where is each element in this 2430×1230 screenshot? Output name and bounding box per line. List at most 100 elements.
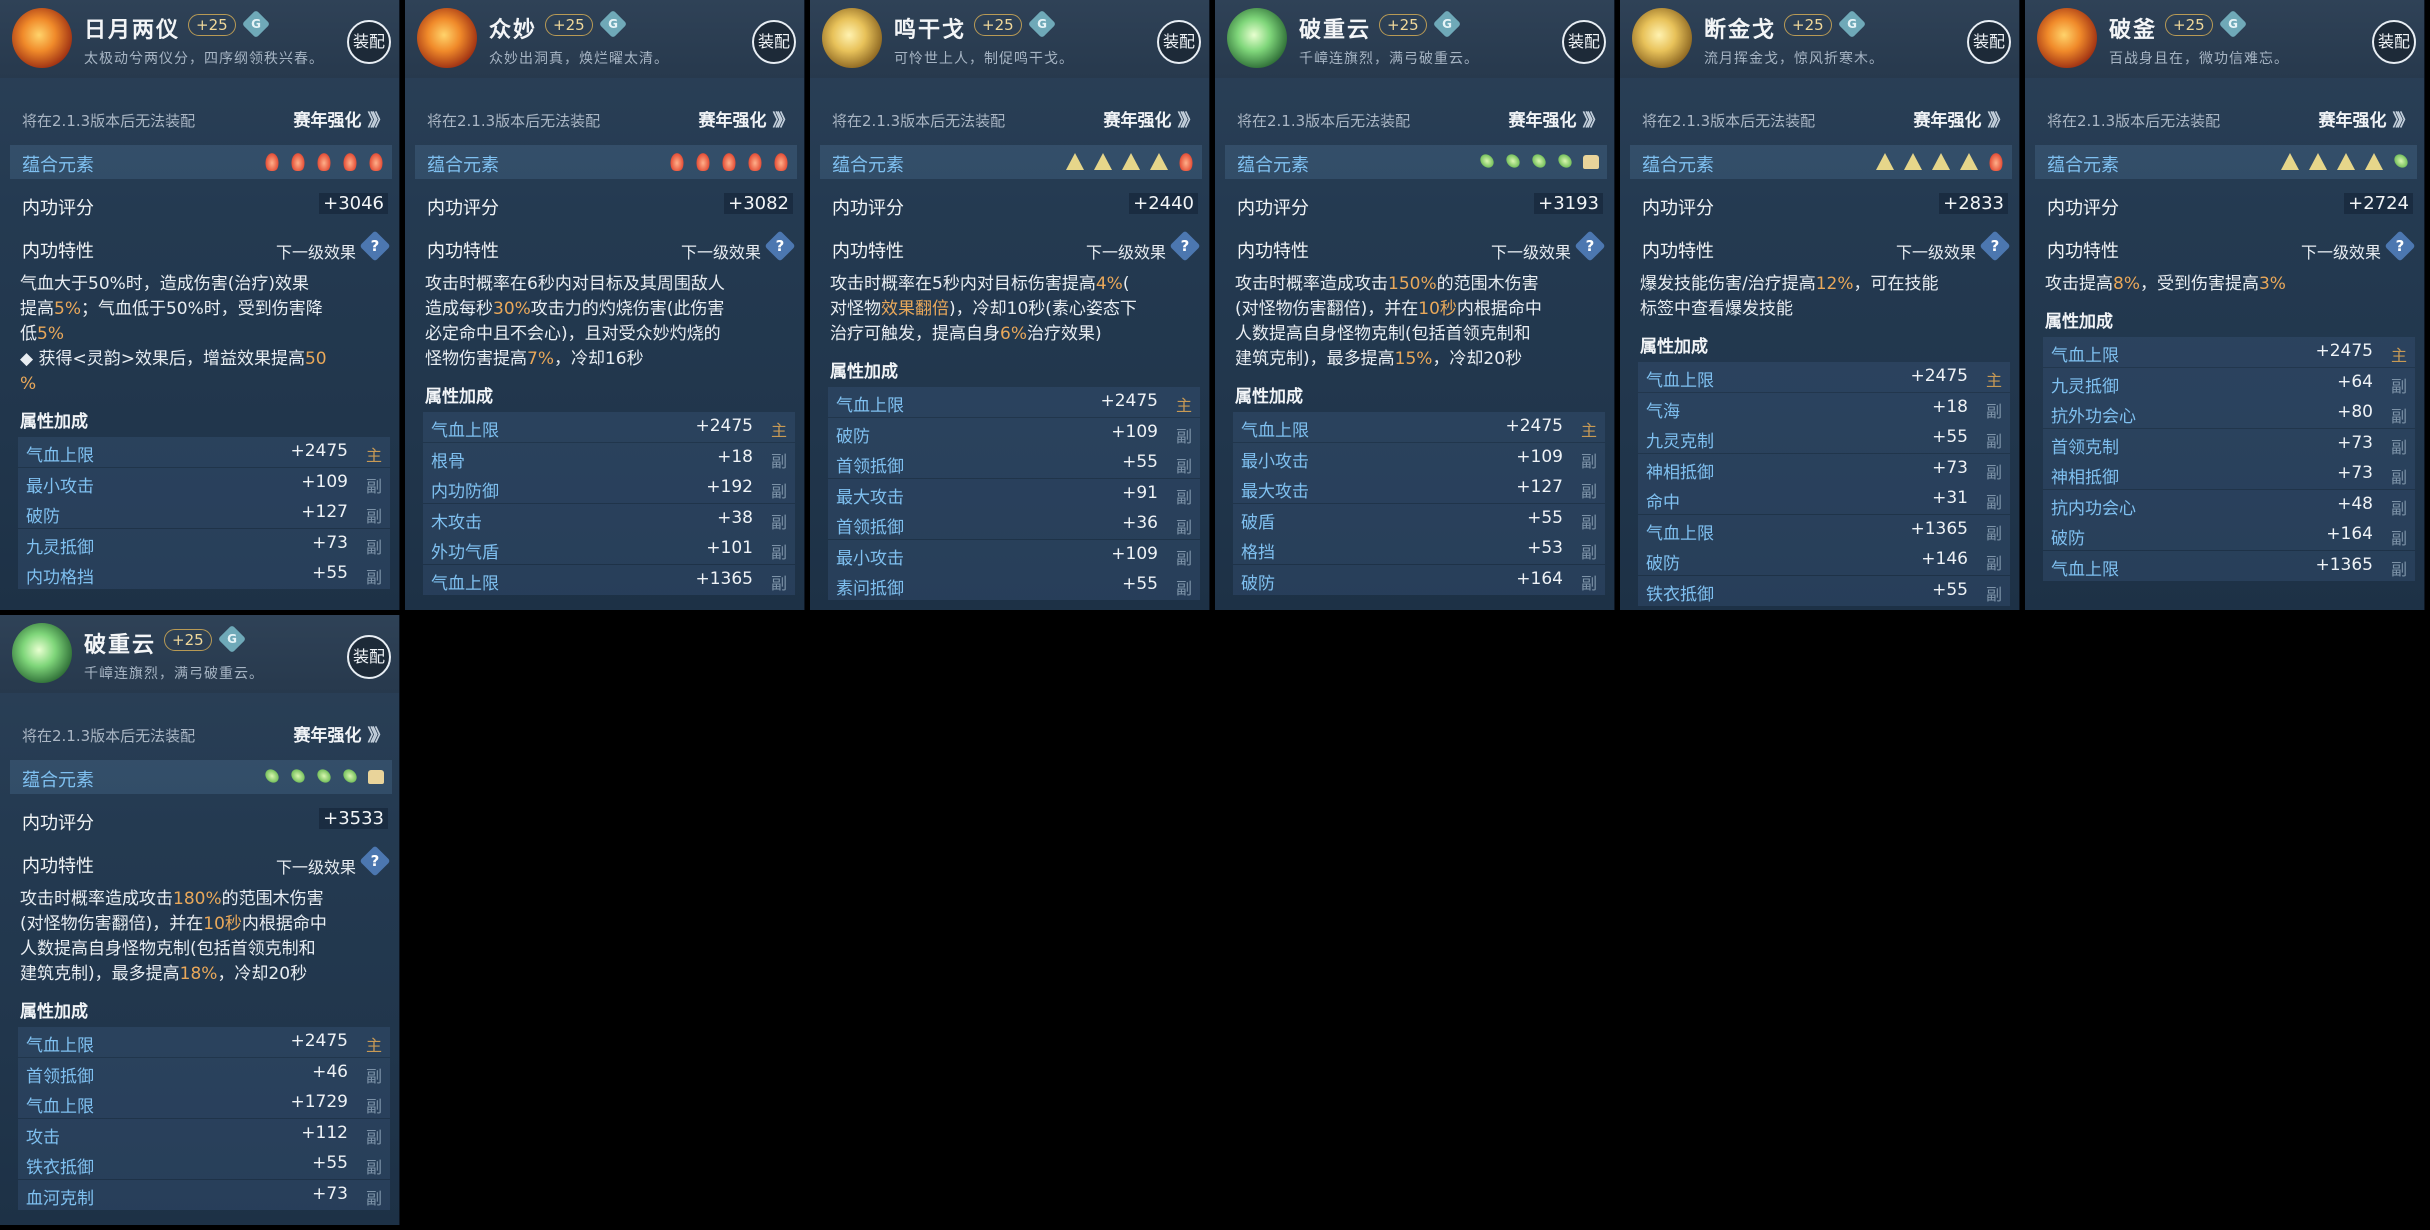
effect-line: 低5% (20, 322, 388, 347)
grade-g-icon: G (1432, 9, 1462, 39)
attribute-name: 气血上限 (431, 573, 499, 594)
metal-element-icon (1932, 153, 1950, 170)
enhance-level-badge: +25 (545, 14, 593, 36)
trait-effect-text: 气血大于50%时，造成伤害(治疗)效果 提高5%；气血低于50%时，受到伤害降 低5… (20, 272, 388, 397)
sub-attribute-icon: 副 (2390, 529, 2407, 548)
item-emblem-icon (417, 8, 477, 68)
next-level-effect-link[interactable]: 下一级效果 (276, 854, 356, 878)
attribute-row: 气血上限 +2475 主 (1638, 362, 2010, 392)
equipment-card: 破釜 +25 G 百战身且在，微功信难忘。 装配 将在2.1.3版本后无法装配 赛年强化 》》… (2025, 0, 2425, 610)
trait-effect-text: 攻击提高8%，受到伤害提高3% (2045, 272, 2413, 297)
trait-label: 内功特性 (22, 856, 94, 877)
attribute-name: 攻击 (26, 1127, 60, 1148)
double-chevron-right-icon: 》》 (367, 726, 389, 746)
item-name: 众妙 (489, 18, 538, 43)
attribute-name: 九灵克制 (1646, 432, 1714, 452)
item-description: 千嶂连旗烈，满弓破重云。 (84, 666, 264, 682)
equip-button[interactable]: 装配 (1157, 20, 1201, 64)
sub-attribute-icon: 副 (1985, 554, 2002, 573)
grade-g-icon: G (2218, 9, 2248, 39)
equipment-card: 众妙 +25 G 众妙出洞真，焕烂曜太清。 装配 将在2.1.3版本后无法装配 赛年强化 》》… (405, 0, 805, 610)
season-enhance-label: 赛年强化 (698, 111, 767, 131)
sub-attribute-icon: 副 (2390, 376, 2407, 396)
attribute-row: 最小攻击 +109 副 (828, 539, 1200, 570)
attribute-row: 气血上限 +1365 副 (2043, 550, 2415, 581)
help-question-icon[interactable]: ? (1574, 230, 1606, 262)
item-description: 众妙出洞真，焕烂曜太清。 (489, 51, 669, 67)
sub-attribute-icon: 副 (365, 1158, 382, 1177)
season-enhance-link[interactable]: 赛年强化 》》 (1104, 106, 1199, 131)
help-question-icon[interactable]: ? (359, 845, 391, 877)
sub-attribute-icon: 副 (1580, 512, 1597, 532)
next-level-effect-link[interactable]: 下一级效果 (276, 239, 356, 263)
next-level-effect-link[interactable]: 下一级效果 (2301, 239, 2381, 263)
attribute-name: 气血上限 (26, 446, 94, 466)
element-label: 蕴合元素 (22, 155, 94, 176)
season-enhance-link[interactable]: 赛年强化 》》 (2319, 106, 2414, 131)
equip-button[interactable]: 装配 (2372, 20, 2416, 64)
effect-text: 人数提高自身怪物克制(包括首领克制和 (20, 939, 316, 959)
sub-attribute-icon: 副 (2390, 498, 2407, 518)
attribute-value: +48 (2337, 493, 2373, 514)
main-attribute-icon: 主 (770, 421, 787, 440)
next-level-effect-link[interactable]: 下一级效果 (681, 239, 761, 263)
help-question-icon[interactable]: ? (1979, 230, 2011, 262)
effect-text: ◆ 获得<灵韵>效果后，增益效果提高 (20, 349, 305, 369)
attribute-value: +109 (1516, 446, 1563, 467)
season-enhance-link[interactable]: 赛年强化 》》 (1509, 106, 1604, 131)
metal-element-icon (1094, 153, 1112, 170)
attribute-value: +109 (301, 471, 348, 492)
sub-attribute-icon: 副 (1580, 573, 1597, 593)
help-question-icon[interactable]: ? (2384, 230, 2416, 262)
season-enhance-link[interactable]: 赛年强化 》》 (1914, 106, 2009, 131)
help-question-icon[interactable]: ? (1169, 230, 1201, 262)
equip-button[interactable]: 装配 (347, 635, 391, 679)
version-notice: 将在2.1.3版本后无法装配 (832, 112, 1006, 130)
sub-attribute-icon: 副 (1175, 426, 1192, 446)
earth-element-icon (368, 770, 384, 784)
effect-text: 的范围木伤害 (1436, 274, 1539, 294)
grade-g-icon: G (1027, 9, 1057, 39)
item-name: 鸣干戈 (894, 18, 967, 43)
trait-row: 内功特性 下一级效果? (415, 230, 797, 265)
metal-element-icon (2281, 153, 2299, 170)
score-label: 内功评分 (832, 198, 904, 219)
season-enhance-link[interactable]: 赛年强化 》》 (294, 721, 389, 746)
help-question-icon[interactable]: ? (359, 230, 391, 262)
effect-highlight-value: 7% (527, 349, 554, 369)
fire-element-icon (721, 151, 737, 171)
equip-button[interactable]: 装配 (347, 20, 391, 64)
attribute-row: 气血上限 +2475 主 (1233, 412, 1605, 442)
element-row: 蕴合元素 (10, 760, 392, 794)
attribute-name: 格挡 (1241, 543, 1275, 563)
next-level-effect-link[interactable]: 下一级效果 (1491, 239, 1571, 263)
attribute-value: +55 (1932, 427, 1968, 447)
main-attribute-icon: 主 (1580, 421, 1597, 440)
sub-attribute-icon: 副 (1985, 493, 2002, 512)
wood-element-icon (1501, 149, 1525, 173)
sub-attribute-icon: 副 (2390, 437, 2407, 457)
next-level-effect-link[interactable]: 下一级效果 (1086, 239, 1166, 263)
sub-attribute-icon: 副 (770, 512, 787, 532)
sub-attribute-icon: 副 (1175, 548, 1192, 568)
metal-element-icon (1876, 153, 1894, 170)
next-level-effect-link[interactable]: 下一级效果 (1896, 239, 1976, 263)
attribute-row: 神相抵御 +73 副 (1638, 453, 2010, 484)
help-question-icon[interactable]: ? (764, 230, 796, 262)
item-name: 日月两仪 (84, 18, 181, 43)
grade-g-icon: G (217, 624, 247, 654)
equip-button[interactable]: 装配 (1967, 20, 2011, 64)
grade-g-label: G (227, 632, 237, 646)
trait-row: 内功特性 下一级效果? (1225, 230, 1607, 265)
effect-line: % (20, 372, 388, 397)
attribute-row: 气血上限 +2475 主 (828, 387, 1200, 417)
score-label: 内功评分 (22, 198, 94, 219)
attribute-name: 抗外功会心 (2051, 407, 2136, 427)
item-emblem-icon (12, 8, 72, 68)
fire-element-icon (669, 151, 685, 171)
attribute-name: 首领抵御 (26, 1066, 94, 1087)
season-enhance-link[interactable]: 赛年强化 》》 (294, 106, 389, 131)
season-enhance-link[interactable]: 赛年强化 》》 (698, 106, 794, 131)
equip-button[interactable]: 装配 (1562, 20, 1606, 64)
equip-button[interactable]: 装配 (752, 20, 796, 64)
